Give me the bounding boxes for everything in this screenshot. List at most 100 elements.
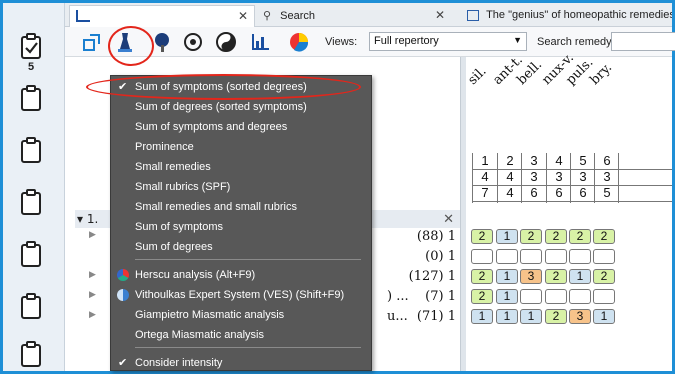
grade-cell[interactable]: 1: [569, 269, 591, 284]
grade-cell[interactable]: 2: [471, 269, 493, 284]
close-tab-icon[interactable]: ✕: [435, 8, 445, 22]
rubric-text: u...: [387, 309, 408, 324]
expand-icon[interactable]: ▶: [89, 230, 96, 240]
grade-cell[interactable]: [520, 249, 542, 264]
symptoms-cell: 4: [481, 169, 489, 184]
menu-item[interactable]: ✔ Consider intensity: [111, 353, 371, 373]
symptoms-cell: 3: [555, 169, 563, 184]
herscu-icon: [117, 269, 129, 281]
menu-item-label: Sum of symptoms: [135, 221, 224, 233]
chart-sort-icon[interactable]: [250, 31, 272, 53]
grade-cell[interactable]: [545, 249, 567, 264]
grade-cell[interactable]: 1: [471, 309, 493, 324]
search-remedy-input[interactable]: [611, 32, 675, 51]
clipboard-icon[interactable]: [20, 189, 42, 215]
grid-line: [472, 185, 672, 186]
expand-icon[interactable]: ▶: [89, 290, 96, 300]
clipboard-icon[interactable]: [20, 241, 42, 267]
menu-item[interactable]: Herscu analysis (Alt+F9): [111, 265, 371, 285]
clipboard-check-icon[interactable]: [20, 33, 42, 59]
menu-item-label: Consider intensity: [135, 357, 223, 369]
tab-search-label: Search: [280, 10, 315, 22]
menu-item[interactable]: Small rubrics (SPF): [111, 177, 371, 197]
expand-icon[interactable]: [81, 31, 103, 53]
clipboard-icon[interactable]: [20, 137, 42, 163]
grade-cell[interactable]: 3: [569, 309, 591, 324]
menu-item[interactable]: Sum of symptoms and degrees: [111, 117, 371, 137]
menu-item-label: Giampietro Miasmatic analysis: [135, 309, 285, 321]
menu-item-label: Sum of symptoms and degrees: [135, 121, 288, 133]
menu-item[interactable]: Sum of degrees (sorted symptoms): [111, 97, 371, 117]
menu-item[interactable]: Small remedies: [111, 157, 371, 177]
symptoms-cell: 3: [530, 169, 538, 184]
close-icon[interactable]: ✕: [443, 211, 454, 227]
close-tab-icon[interactable]: ✕: [238, 9, 248, 23]
grade-cell[interactable]: 2: [471, 229, 493, 244]
symptoms-cell: 4: [506, 169, 514, 184]
grade-cell[interactable]: 1: [496, 289, 518, 304]
menu-item-label: Small remedies and small rubrics: [135, 201, 297, 213]
grade-cell[interactable]: 2: [593, 229, 615, 244]
grade-cell[interactable]: [569, 249, 591, 264]
views-select-value: Full repertory: [374, 35, 439, 47]
grade-cell[interactable]: 2: [545, 229, 567, 244]
grade-cell[interactable]: 3: [520, 269, 542, 284]
grade-cell[interactable]: [593, 249, 615, 264]
clipboard-icon[interactable]: [20, 293, 42, 319]
menu-item[interactable]: Vithoulkas Expert System (VES) (Shift+F9…: [111, 285, 371, 305]
menu-item-label: Sum of degrees (sorted symptoms): [135, 101, 307, 113]
grade-cell[interactable]: [471, 249, 493, 264]
grade-cell[interactable]: 2: [545, 309, 567, 324]
expand-icon[interactable]: ▶: [89, 270, 96, 280]
clipboard-icon[interactable]: [20, 341, 42, 367]
menu-item[interactable]: Prominence: [111, 137, 371, 157]
grade-cell[interactable]: 2: [593, 269, 615, 284]
grade-cell[interactable]: 1: [520, 309, 542, 324]
menu-item-label: Prominence: [135, 141, 194, 153]
tab-analysis[interactable]: ✕: [69, 5, 255, 27]
grade-cell[interactable]: [545, 289, 567, 304]
grade-cell[interactable]: 2: [520, 229, 542, 244]
toolbar: Views: Full repertory ▼ Search remedy:: [65, 27, 675, 57]
rank-cell: 5: [579, 153, 587, 168]
expand-icon[interactable]: ▶: [89, 310, 96, 320]
grade-cell[interactable]: 1: [496, 309, 518, 324]
grade-cell[interactable]: [520, 289, 542, 304]
rubric-group-number: 1.: [86, 212, 99, 226]
grade-cell[interactable]: 2: [569, 229, 591, 244]
grid-line: [521, 153, 522, 203]
tab-book[interactable]: The "genius" of homeopathic remedies (GU…: [461, 5, 672, 27]
grade-cell[interactable]: 1: [496, 229, 518, 244]
tree-icon[interactable]: [151, 31, 173, 53]
views-label: Views:: [325, 36, 358, 48]
filter-icon[interactable]: [183, 31, 205, 53]
rubric-count: (0) 1: [425, 249, 456, 264]
grade-cell[interactable]: 2: [545, 269, 567, 284]
highlight-circle: [108, 26, 154, 66]
menu-item[interactable]: Ortega Miasmatic analysis: [111, 325, 371, 345]
grid-line: [472, 169, 672, 170]
tab-search[interactable]: ⚲ Search ✕: [257, 5, 457, 27]
menu-item[interactable]: Small remedies and small rubrics: [111, 197, 371, 217]
chevron-down-icon: ▼: [513, 35, 522, 45]
grade-cell[interactable]: [496, 249, 518, 264]
yin-yang-icon[interactable]: [215, 31, 237, 53]
grade-cell[interactable]: [593, 289, 615, 304]
tab-bar: ✕ ⚲ Search ✕ The "genius" of homeopathic…: [65, 3, 672, 27]
menu-item[interactable]: Sum of symptoms: [111, 217, 371, 237]
grade-cell[interactable]: 1: [593, 309, 615, 324]
remedy-name[interactable]: sil.: [465, 64, 489, 88]
clipboard-icon[interactable]: [20, 85, 42, 111]
views-select[interactable]: Full repertory ▼: [369, 32, 527, 51]
grade-cell[interactable]: 1: [496, 269, 518, 284]
menu-item[interactable]: Sum of degrees: [111, 237, 371, 257]
menu-item[interactable]: Giampietro Miasmatic analysis: [111, 305, 371, 325]
grade-cell[interactable]: [569, 289, 591, 304]
panel-divider[interactable]: [460, 57, 466, 371]
book-icon: [467, 9, 479, 21]
ves-icon: [117, 289, 129, 301]
pie-chart-icon[interactable]: [288, 31, 310, 53]
grade-cell[interactable]: 2: [471, 289, 493, 304]
menu-separator: [135, 347, 361, 348]
grid-line: [618, 153, 619, 203]
